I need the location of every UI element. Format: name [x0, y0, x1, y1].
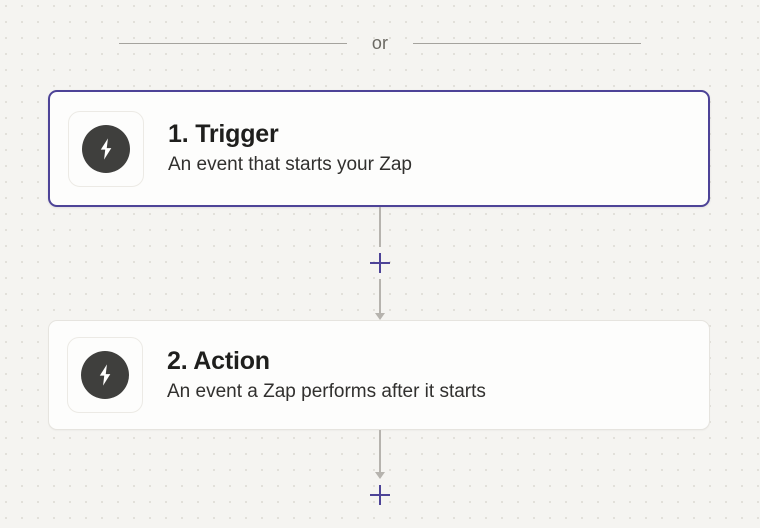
connector-arrowhead — [375, 472, 385, 479]
step-title: 1. Trigger — [168, 120, 279, 149]
action-text-block: 2. Action An event a Zap performs after … — [167, 347, 486, 404]
step-subtitle: An event that starts your Zap — [168, 154, 412, 175]
divider-line-left — [118, 42, 347, 44]
step-subtitle: An event a Zap performs after it starts — [167, 380, 486, 402]
or-divider: or — [0, 30, 760, 56]
zap-editor-canvas: or 1. Trigger An event that starts your … — [0, 0, 760, 528]
bolt-icon — [81, 351, 129, 399]
trigger-text-block: 1. Trigger An event that starts your Zap — [168, 120, 412, 177]
connector-line-tail — [379, 430, 381, 472]
add-step-button[interactable] — [369, 252, 391, 274]
step-card-trigger[interactable]: 1. Trigger An event that starts your Zap — [48, 90, 710, 207]
action-app-icon-tile[interactable] — [67, 337, 143, 413]
trigger-app-icon-tile[interactable] — [68, 110, 144, 187]
divider-line-right — [413, 42, 642, 44]
connector-trigger-to-action — [0, 207, 760, 320]
bolt-icon — [82, 124, 130, 173]
connector-after-action — [0, 430, 760, 510]
divider-label: or — [371, 33, 389, 53]
step-card-action[interactable]: 2. Action An event a Zap performs after … — [48, 320, 710, 430]
add-step-button[interactable] — [369, 484, 391, 506]
connector-arrowhead — [375, 313, 385, 320]
connector-line-upper — [379, 207, 381, 247]
step-title: 2. Action — [167, 346, 270, 375]
connector-line-lower — [379, 279, 381, 313]
